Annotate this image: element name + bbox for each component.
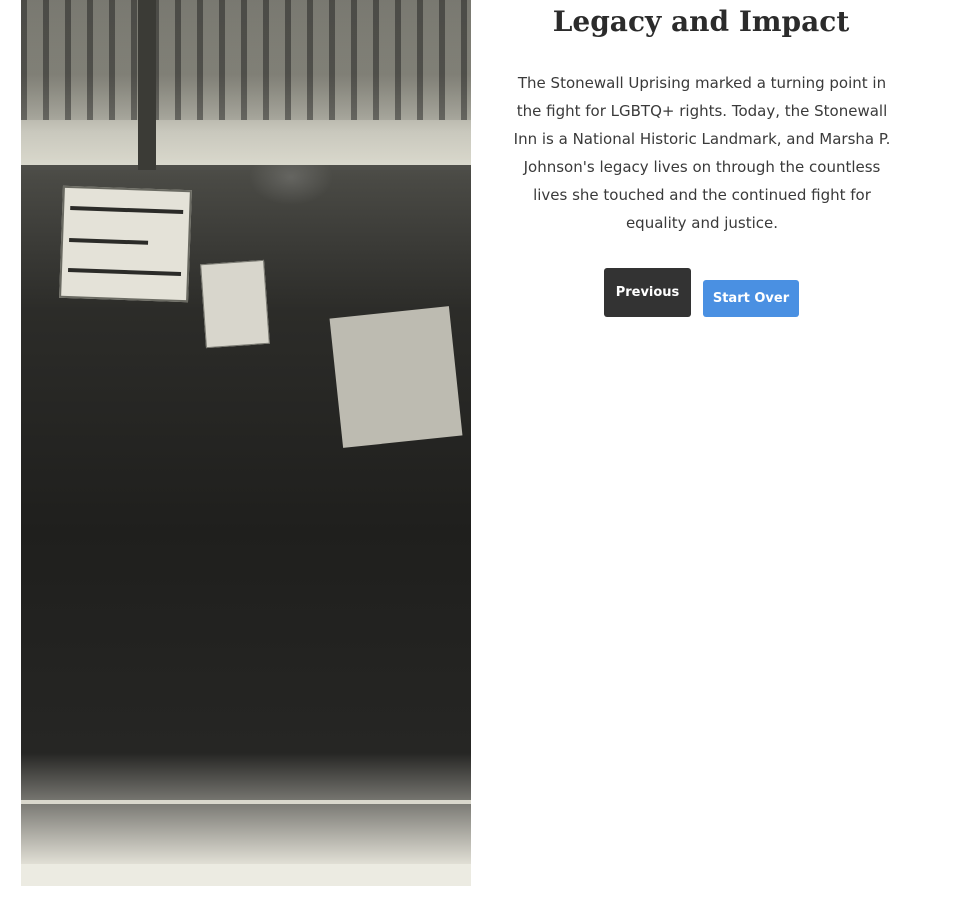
protest-sign-blank [329,306,463,448]
previous-button[interactable]: Previous [604,268,691,317]
photo-barrier [21,800,471,804]
protest-photo [21,0,471,886]
page-title: Legacy and Impact [552,5,850,38]
legacy-paragraph: The Stonewall Uprising marked a turning … [513,74,891,232]
protest-sign [59,185,192,303]
start-over-button[interactable]: Start Over [703,280,799,317]
photo-border [21,864,471,886]
protest-sign-small [200,259,270,349]
photo-tree [138,0,156,170]
photo-buildings [21,0,471,120]
page: Legacy and Impact The Stonewall Uprising… [0,0,974,897]
